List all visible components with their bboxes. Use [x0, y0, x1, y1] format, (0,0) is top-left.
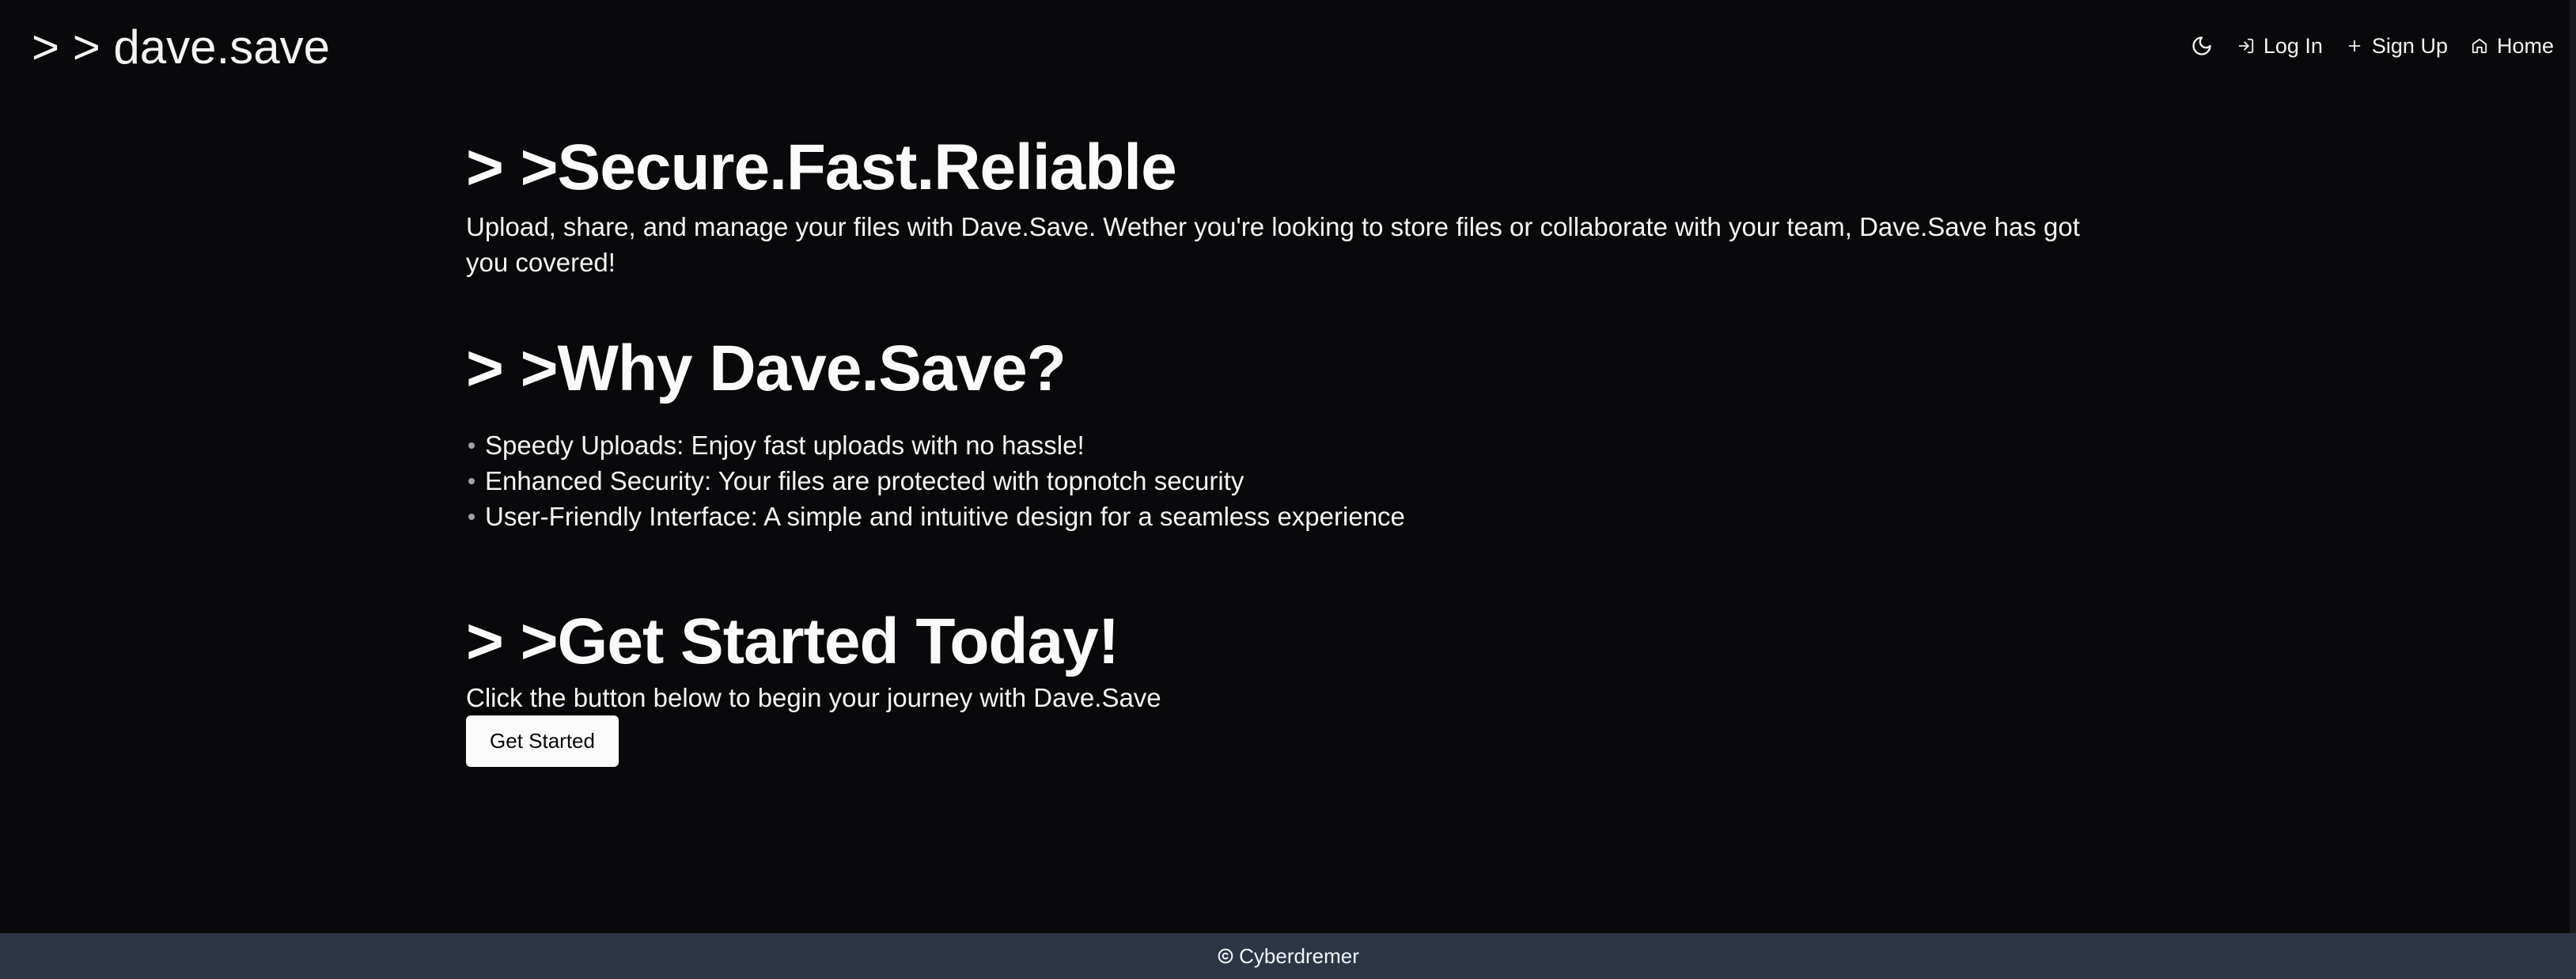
moon-icon	[2189, 33, 2214, 59]
feature-item-speedy: Speedy Uploads: Enjoy fast uploads with …	[466, 427, 2112, 463]
log-in-icon	[2235, 35, 2257, 57]
feature-item-interface: User-Friendly Interface: A simple and in…	[466, 499, 2112, 534]
footer-text: Cyberdremer	[1239, 943, 1359, 968]
hero-title: > >Secure.Fast.Reliable	[466, 131, 1177, 203]
cta-description: Click the button below to begin your jou…	[466, 683, 1161, 712]
get-started-button[interactable]: Get Started	[466, 715, 619, 767]
feature-list: Speedy Uploads: Enjoy fast uploads with …	[466, 427, 2112, 534]
login-label: Log In	[2263, 34, 2323, 58]
nav-menu: Log In Sign Up Home	[2169, 28, 2554, 63]
hero-description: Upload, share, and manage your files wit…	[466, 212, 2080, 277]
signup-label: Sign Up	[2371, 34, 2448, 58]
plus-icon	[2343, 35, 2366, 57]
login-link[interactable]: Log In	[2235, 28, 2323, 63]
why-section: > >Why Dave.Save? Speedy Uploads: Enjoy …	[466, 328, 2112, 534]
top-navbar: > > dave.save Log In Sign Up Home	[0, 0, 2576, 95]
cta-title: > >Get Started Today!	[466, 605, 1119, 677]
theme-toggle-button[interactable]	[2189, 33, 2214, 59]
home-label: Home	[2496, 34, 2554, 58]
feature-item-security: Enhanced Security: Your files are protec…	[466, 463, 2112, 499]
home-icon	[2468, 35, 2491, 57]
copyright-icon	[1217, 947, 1234, 965]
signup-link[interactable]: Sign Up	[2343, 28, 2448, 63]
site-logo[interactable]: > > dave.save	[32, 19, 330, 76]
cta-section: > >Get Started Today! Click the button b…	[466, 601, 2112, 767]
footer: Cyberdremer	[0, 933, 2576, 979]
home-link[interactable]: Home	[2468, 28, 2554, 63]
hero-section: > >Secure.Fast.Reliable Upload, share, a…	[466, 127, 2112, 280]
why-title: > >Why Dave.Save?	[466, 332, 1066, 404]
page-scrollbar[interactable]	[2570, 0, 2576, 933]
main-content: > >Secure.Fast.Reliable Upload, share, a…	[466, 127, 2112, 767]
